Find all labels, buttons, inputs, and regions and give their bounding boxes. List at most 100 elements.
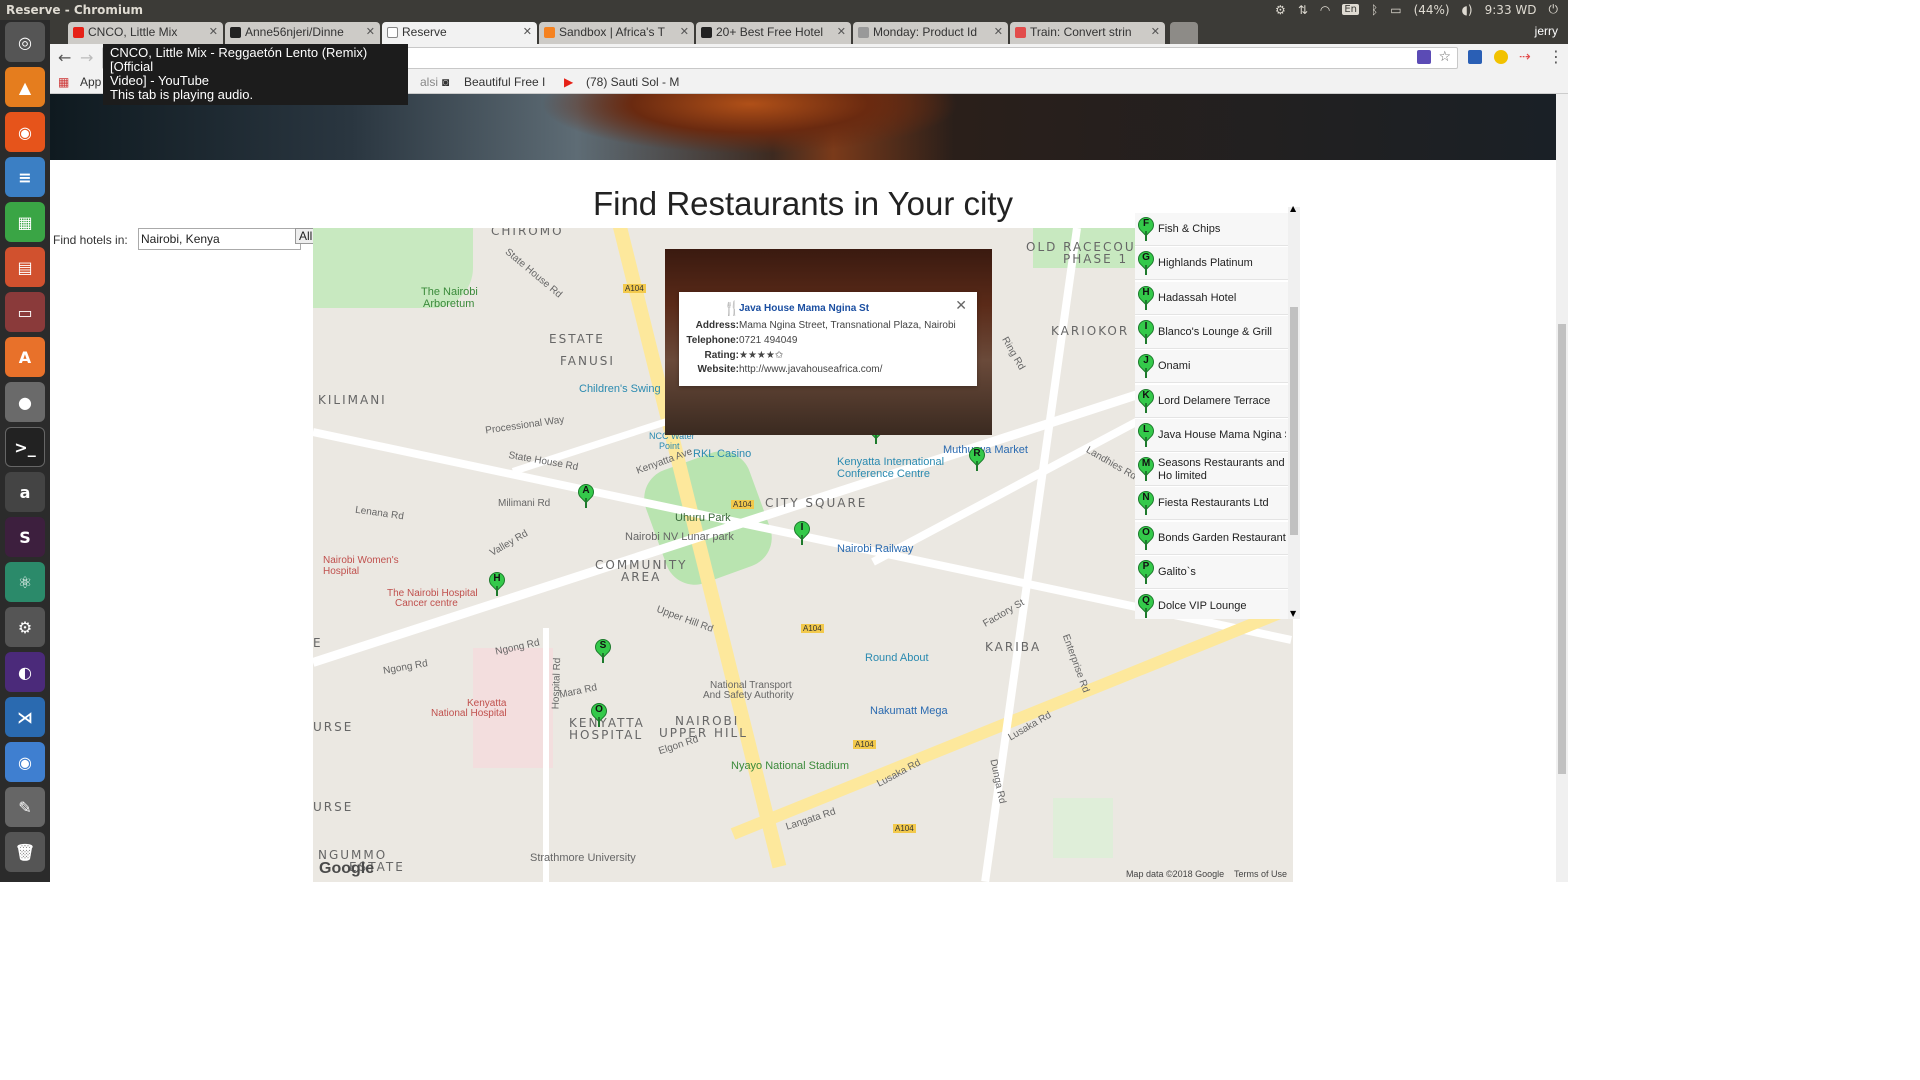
extension-search-icon[interactable]	[1468, 50, 1482, 64]
close-icon[interactable]: ✕	[680, 25, 689, 38]
poi-kicc-2[interactable]: Conference Centre	[837, 468, 930, 480]
map-marker-h[interactable]: H	[485, 568, 509, 596]
extension-arrow-icon[interactable]: ⇢	[1519, 49, 1531, 65]
menu-icon[interactable]: ⋮	[1548, 47, 1564, 66]
city-input[interactable]	[138, 228, 301, 250]
poi-kicc-1[interactable]: Kenyatta International	[837, 456, 944, 468]
calc-icon[interactable]: ▦	[5, 202, 45, 242]
files-icon[interactable]: ▭	[5, 292, 45, 332]
result-item[interactable]: J Onami	[1135, 350, 1288, 384]
poi-lunar-park[interactable]: Nairobi NV Lunar park	[625, 531, 734, 543]
star-icon[interactable]: ☆	[1438, 49, 1451, 65]
disks-icon[interactable]: ●	[5, 382, 45, 422]
volume-icon[interactable]: ◖)	[1462, 3, 1473, 17]
apps-icon[interactable]: ▦	[58, 75, 69, 89]
terminal-icon[interactable]: >_	[5, 427, 45, 467]
close-icon[interactable]: ✕	[209, 25, 218, 38]
back-icon[interactable]: ←	[58, 48, 71, 67]
poi-strathmore[interactable]: Strathmore University	[530, 852, 636, 864]
poi-nyayo[interactable]: Nyayo National Stadium	[731, 760, 849, 772]
close-icon[interactable]: ✕	[523, 25, 532, 38]
profile-name[interactable]: jerry	[1535, 24, 1558, 38]
poi-nhospital-2[interactable]: Cancer centre	[395, 598, 458, 609]
software-center-icon[interactable]: A	[5, 337, 45, 377]
close-icon[interactable]: ✕	[994, 25, 1003, 38]
firefox-icon[interactable]: ◉	[5, 112, 45, 152]
results-list[interactable]: F Fish & Chips G Highlands Platinum H Hadassa…	[1135, 207, 1300, 619]
poi-arboretum-2[interactable]: Arboretum	[423, 298, 474, 310]
tab-youtube[interactable]: CNCO, Little Mix ✕	[68, 22, 223, 44]
tab-reserve[interactable]: Reserve ✕	[382, 22, 537, 44]
forward-icon[interactable]: →	[80, 48, 93, 67]
bookmark-fragment[interactable]: alsi	[420, 75, 438, 89]
dash-icon[interactable]: ◎	[5, 22, 45, 62]
result-item[interactable]: L Java House Mama Ngina St	[1135, 418, 1288, 452]
tab-train[interactable]: Train: Convert strin ✕	[1010, 22, 1165, 44]
map-marker-i[interactable]: I	[790, 517, 814, 545]
result-item[interactable]: M Seasons Restaurants and Ho limited	[1135, 453, 1288, 487]
result-item[interactable]: O Bonds Garden Restaurant	[1135, 521, 1288, 555]
info-name[interactable]: Java House Mama Ngina St	[739, 303, 869, 314]
poi-womens-1[interactable]: Nairobi Women's	[323, 555, 399, 566]
result-item[interactable]: P Galito`s	[1135, 556, 1288, 589]
amazon-icon[interactable]: a	[5, 472, 45, 512]
extension-b-icon[interactable]	[1417, 50, 1431, 64]
vscode-icon[interactable]: ⋊	[5, 697, 45, 737]
clock[interactable]: 9:33 WD	[1485, 3, 1537, 17]
poi-uhuru-park[interactable]: Uhuru Park	[675, 512, 731, 524]
tab-monday[interactable]: Monday: Product Id ✕	[853, 22, 1008, 44]
close-icon[interactable]: ✕	[366, 25, 375, 38]
atom-icon[interactable]: ⚛	[5, 562, 45, 602]
eclipse-icon[interactable]: ◐	[5, 652, 45, 692]
writer-icon[interactable]: ≡	[5, 157, 45, 197]
chromium-icon[interactable]: ◉	[5, 742, 45, 782]
poi-arboretum-1[interactable]: The Nairobi	[421, 286, 478, 298]
poi-point[interactable]: Point	[659, 441, 680, 451]
text-editor-icon[interactable]: ✎	[5, 787, 45, 827]
poi-nakumatt[interactable]: Nakumatt Mega	[870, 705, 948, 717]
scroll-up-icon[interactable]: ▲	[1290, 204, 1296, 213]
new-tab-button[interactable]	[1170, 22, 1198, 44]
wifi-icon[interactable]: ◠	[1320, 3, 1330, 17]
result-item[interactable]: Q Dolce VIP Lounge	[1135, 590, 1288, 619]
poi-rkl-casino[interactable]: RKL Casino	[693, 448, 751, 460]
result-item[interactable]: I Blanco's Lounge & Grill	[1135, 315, 1288, 349]
result-item[interactable]: H Hadassah Hotel	[1135, 281, 1288, 315]
tab-github[interactable]: Anne56njeri/Dinne ✕	[225, 22, 380, 44]
bluetooth-icon[interactable]: ᛒ	[1371, 3, 1378, 17]
result-item[interactable]: F Fish & Chips	[1135, 213, 1288, 246]
close-icon[interactable]: ✕	[837, 25, 846, 38]
trash-icon[interactable]: 🗑	[5, 832, 45, 872]
impress-icon[interactable]: ▤	[5, 247, 45, 287]
power-icon[interactable]: ⏻	[1549, 2, 1559, 17]
poi-womens-2[interactable]: Hospital	[323, 566, 359, 577]
system-settings-icon[interactable]: ⚙	[5, 607, 45, 647]
poi-ntsa-2[interactable]: And Safety Authority	[703, 690, 794, 701]
map-marker-a[interactable]: A	[574, 480, 598, 508]
bookmark-beautiful-free[interactable]: Beautiful Free I	[464, 75, 545, 89]
terms-link[interactable]: Terms of Use	[1234, 869, 1287, 879]
result-item[interactable]: G Highlands Platinum	[1135, 247, 1288, 281]
battery-icon[interactable]: ▭	[1390, 3, 1401, 17]
keyboard-layout[interactable]: En	[1342, 4, 1360, 15]
result-item[interactable]: K Lord Delamere Terrace	[1135, 384, 1288, 418]
updown-icon[interactable]: ⇅	[1298, 3, 1308, 17]
scroll-down-icon[interactable]: ▼	[1290, 609, 1296, 618]
map-marker-s[interactable]: S	[591, 635, 615, 663]
result-item[interactable]: N Fiesta Restaurants Ltd	[1135, 487, 1288, 521]
results-scrollbar[interactable]: ▲ ▼	[1288, 204, 1300, 619]
map-marker-o[interactable]: O	[587, 699, 611, 727]
page-scrollbar[interactable]	[1556, 94, 1568, 882]
settings-icon[interactable]: ⚙	[1275, 3, 1286, 17]
extension-moon-icon[interactable]	[1494, 50, 1508, 64]
poi-railway[interactable]: Nairobi Railway	[837, 543, 913, 555]
poi-round-about[interactable]: Round About	[865, 652, 929, 664]
map-marker-r[interactable]: R	[965, 443, 989, 471]
bookmark-sauti-sol[interactable]: (78) Sauti Sol - M	[586, 75, 679, 89]
bookmark-apps[interactable]: App	[80, 75, 101, 89]
poi-childrens-swing[interactable]: Children's Swing	[579, 383, 661, 395]
close-icon[interactable]: ✕	[955, 297, 967, 314]
close-icon[interactable]: ✕	[1151, 25, 1160, 38]
tab-sandbox[interactable]: Sandbox | Africa's T ✕	[539, 22, 694, 44]
tab-hotels[interactable]: 20+ Best Free Hotel ✕	[696, 22, 851, 44]
